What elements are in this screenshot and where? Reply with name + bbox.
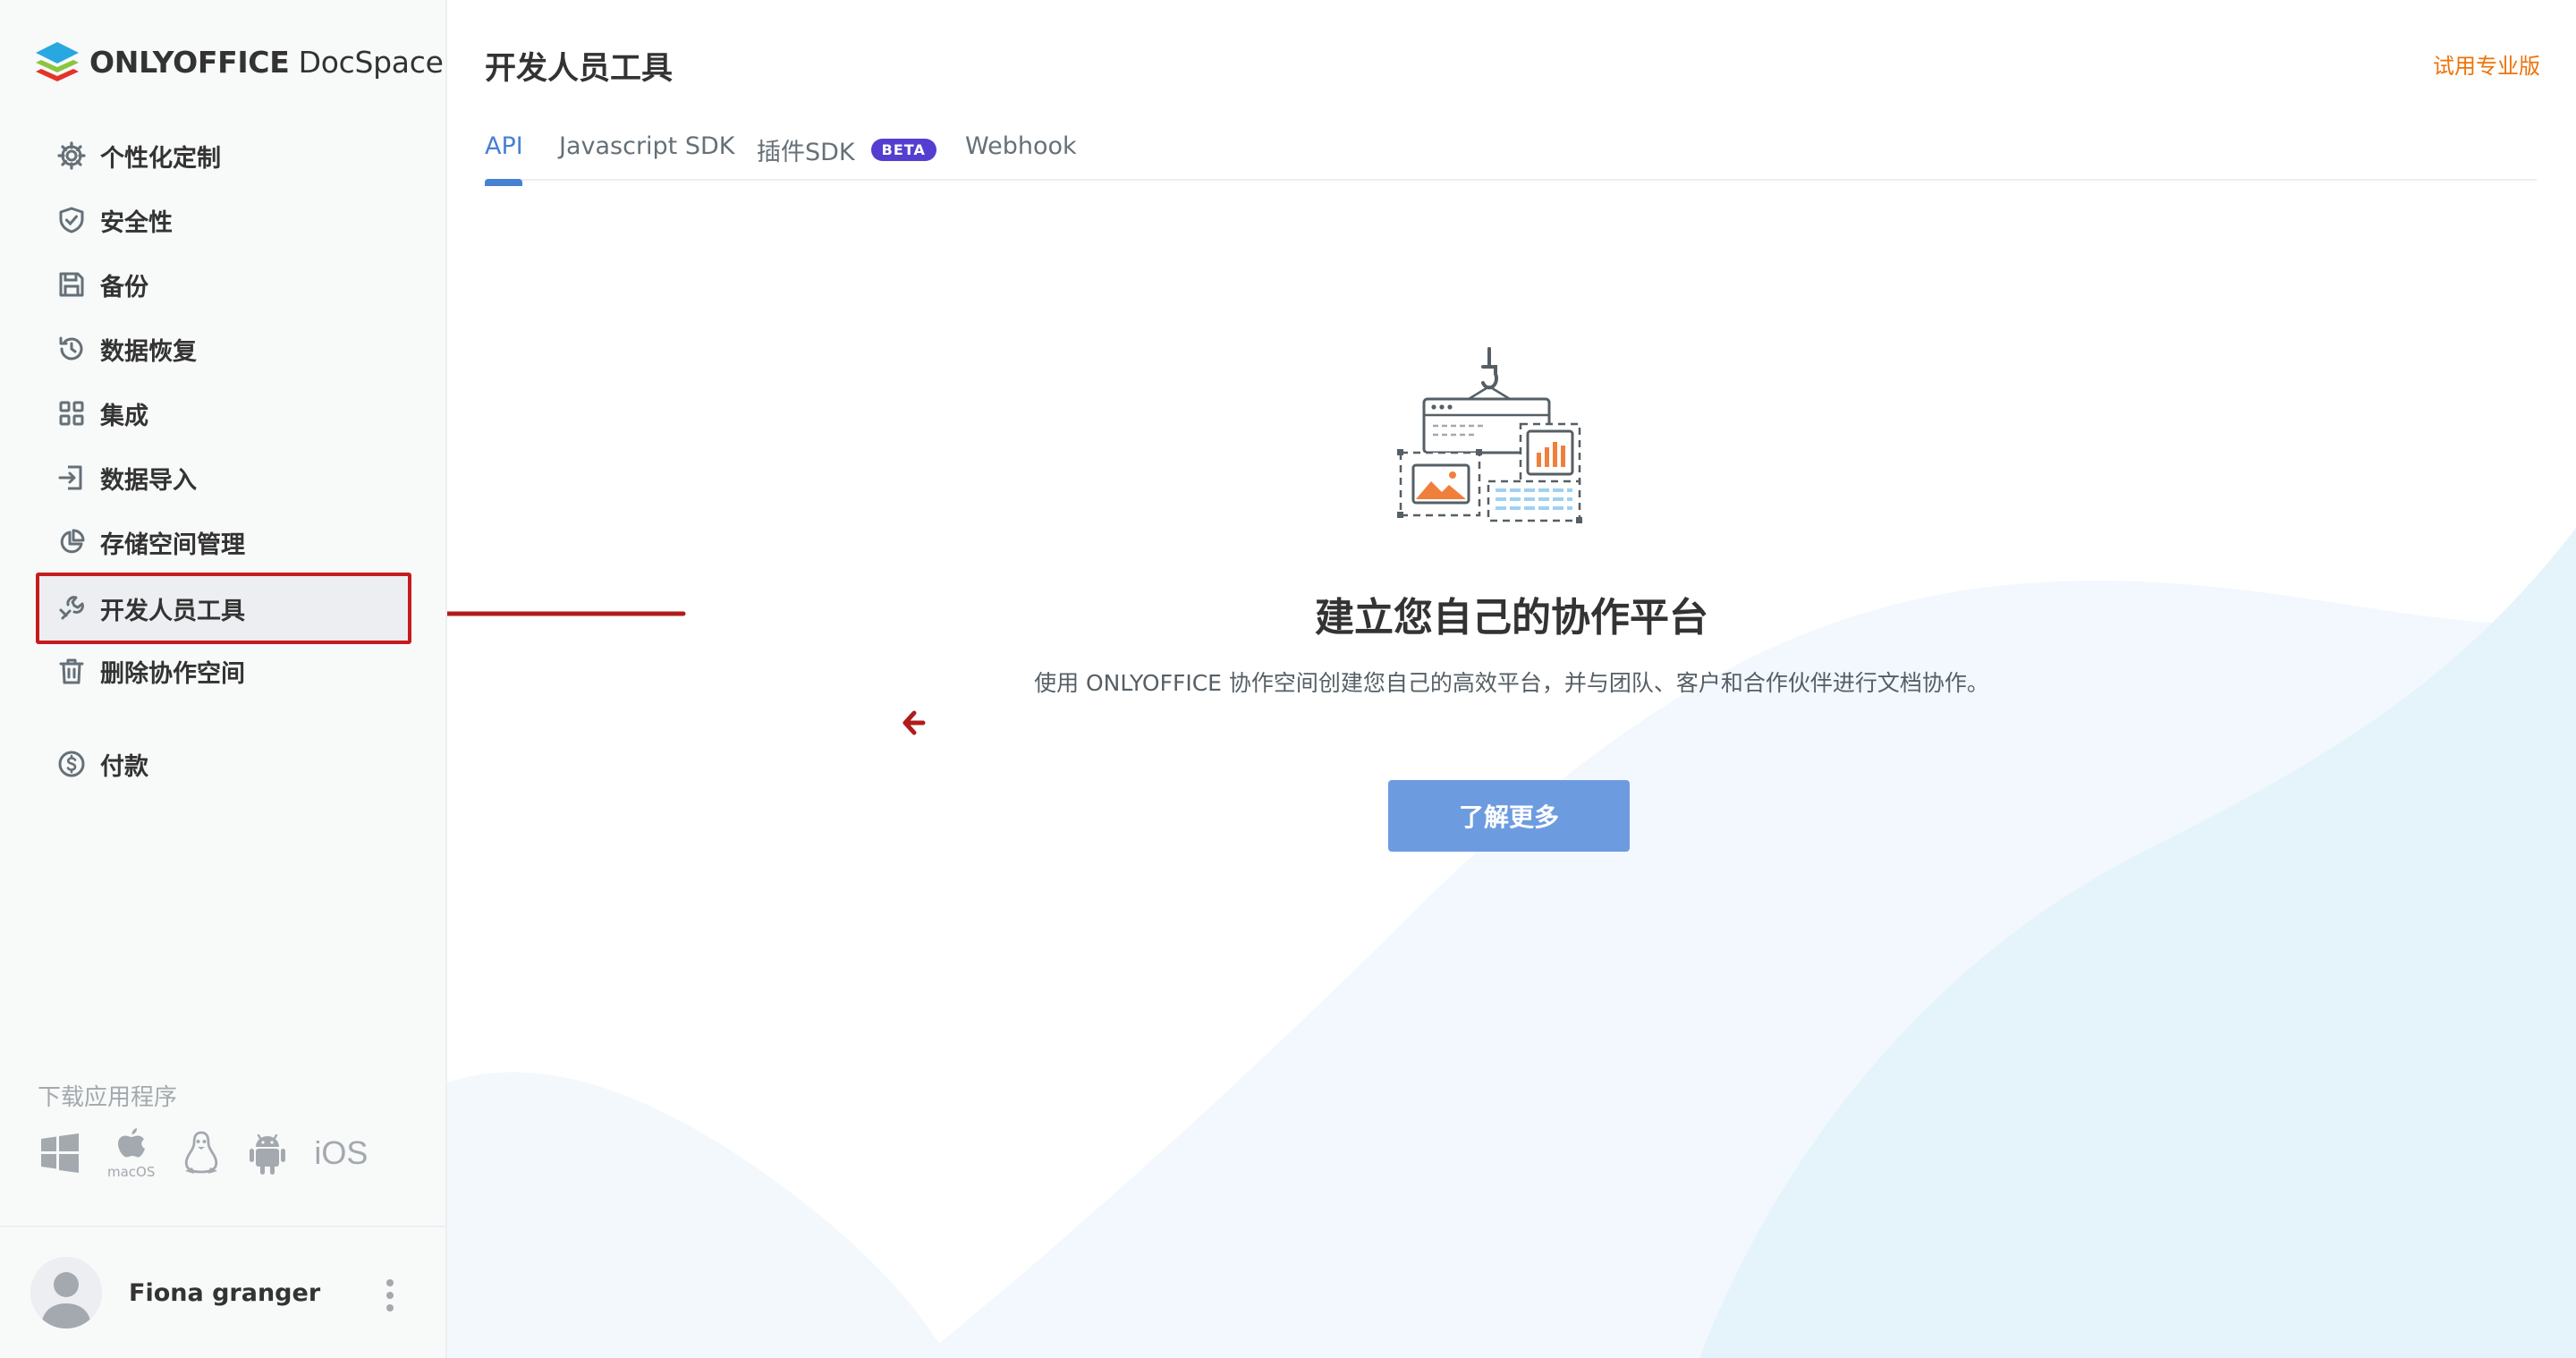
windows-icon	[41, 1133, 79, 1173]
apple-icon	[117, 1128, 145, 1158]
page-title: 开发人员工具	[485, 51, 674, 87]
tab-plugin-sdk[interactable]: 插件SDK BETA	[757, 132, 936, 167]
trash-icon	[55, 655, 88, 687]
sidebar-item-label: 集成	[100, 402, 148, 430]
try-pro-link[interactable]: 试用专业版	[2433, 48, 2540, 80]
sidebar-item-label: 个性化定制	[100, 144, 221, 173]
tab-webhook[interactable]: Webhook	[965, 132, 1077, 160]
app-window: ONLYOFFICE DocSpace 个性化定制 安全性 备份 数据恢复 集成…	[0, 0, 2576, 1358]
kebab-dot	[386, 1304, 394, 1311]
tab-javascript-sdk[interactable]: Javascript SDK	[559, 132, 735, 160]
profile-name[interactable]: Fiona granger	[129, 1279, 320, 1307]
kebab-dot	[386, 1292, 394, 1299]
tab-label: 插件SDK	[757, 139, 855, 166]
sidebar-item-customization[interactable]: 个性化定制	[39, 123, 408, 188]
tab-api[interactable]: API	[485, 132, 523, 186]
sidebar-item-label: 开发人员工具	[100, 597, 245, 625]
annotation-arrow-left-large	[447, 611, 686, 616]
sidebar-item-label: 安全性	[100, 208, 173, 237]
sidebar-item-data-import[interactable]: 数据导入	[39, 446, 408, 510]
brand-name: ONLYOFFICE DocSpace	[89, 44, 444, 80]
sidebar-item-label: 备份	[100, 273, 148, 301]
sidebar-item-security[interactable]: 安全性	[39, 188, 408, 252]
empty-state-description: 使用 ONLYOFFICE 协作空间创建您自己的高效平台，并与团队、客户和合作伙…	[1034, 670, 1989, 696]
macos-app-link[interactable]: macOS	[107, 1124, 155, 1183]
sidebar-item-label: 存储空间管理	[100, 530, 245, 559]
sidebar-item-label: 数据恢复	[100, 337, 197, 366]
profile-bar: Fiona granger	[0, 1226, 445, 1358]
windows-app-link[interactable]	[39, 1124, 80, 1183]
android-app-link[interactable]	[248, 1124, 287, 1183]
grid-icon	[55, 397, 88, 429]
main-content: 开发人员工具 试用专业版 API Javascript SDK 插件SDK BE…	[447, 0, 2576, 1358]
history-icon	[55, 333, 88, 365]
ios-app-link[interactable]: iOS	[314, 1124, 368, 1183]
download-apps-title: 下载应用程序	[38, 1084, 178, 1111]
avatar[interactable]	[30, 1257, 102, 1328]
pie-icon	[55, 526, 88, 558]
profile-menu-button[interactable]	[385, 1279, 395, 1311]
download-apps-row: macOS iOS	[39, 1124, 394, 1183]
annotation-arrow-left-small	[902, 710, 926, 735]
learn-more-button[interactable]: 了解更多	[1388, 780, 1630, 852]
developer-tabs: API Javascript SDK 插件SDK BETA Webhook	[485, 129, 2537, 186]
tab-label: API	[485, 132, 523, 160]
linux-icon	[185, 1131, 218, 1174]
sidebar-item-label: 付款	[100, 752, 148, 781]
empty-state-title: 建立您自己的协作平台	[1315, 595, 1708, 641]
onlyoffice-logo-icon	[36, 42, 79, 81]
sidebar: ONLYOFFICE DocSpace 个性化定制 安全性 备份 数据恢复 集成…	[0, 0, 447, 1358]
sidebar-item-restore[interactable]: 数据恢复	[39, 317, 408, 381]
import-icon	[55, 462, 88, 494]
beta-badge: BETA	[870, 139, 936, 161]
developer-tools-icon	[55, 592, 88, 624]
sidebar-item-developer-tools[interactable]: 开发人员工具	[36, 573, 411, 644]
sidebar-item-payments[interactable]: 付款	[39, 732, 408, 796]
dollar-icon	[55, 748, 88, 780]
developer-platform-illustration	[1397, 347, 1582, 523]
logo[interactable]: ONLYOFFICE DocSpace	[34, 39, 444, 84]
sidebar-item-delete-docspace[interactable]: 删除协作空间	[39, 639, 408, 703]
android-icon	[250, 1133, 286, 1175]
user-avatar-icon	[30, 1257, 102, 1328]
gear-icon	[55, 140, 88, 172]
sidebar-item-label: 删除协作空间	[100, 659, 245, 688]
tab-label: Webhook	[965, 132, 1077, 160]
linux-app-link[interactable]	[182, 1124, 221, 1183]
sidebar-item-integration[interactable]: 集成	[39, 381, 408, 446]
kebab-dot	[386, 1279, 394, 1286]
sidebar-item-backup[interactable]: 备份	[39, 252, 408, 317]
macos-label: macOS	[107, 1164, 156, 1180]
ios-label: iOS	[314, 1134, 369, 1171]
shield-icon	[55, 204, 88, 236]
floppy-icon	[55, 268, 88, 301]
tab-label: Javascript SDK	[559, 132, 735, 160]
sidebar-item-label: 数据导入	[100, 466, 197, 495]
sidebar-item-storage-management[interactable]: 存储空间管理	[39, 510, 408, 574]
active-tab-indicator	[485, 179, 522, 186]
